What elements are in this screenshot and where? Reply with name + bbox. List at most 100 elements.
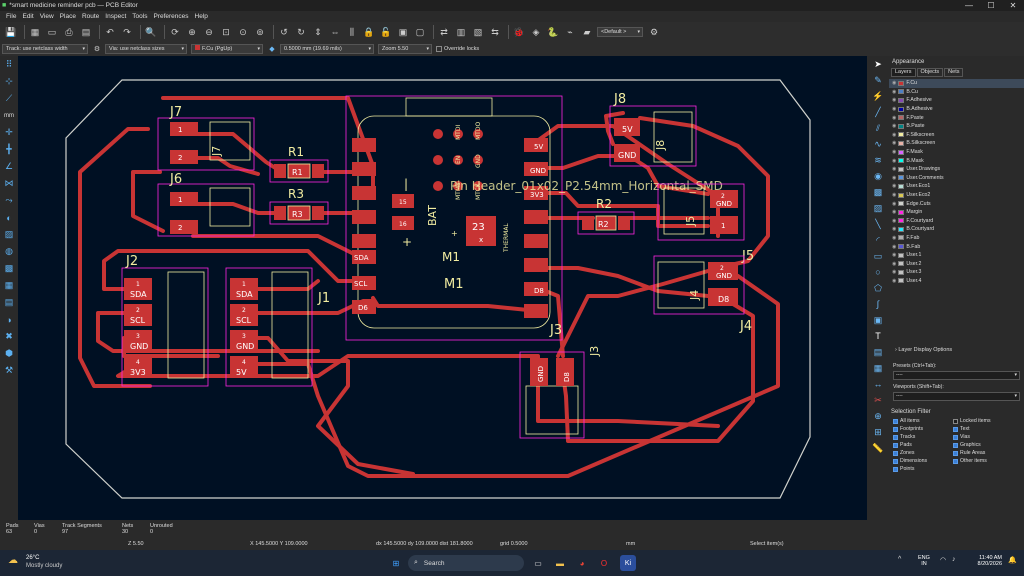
layer-color-swatch[interactable] bbox=[898, 218, 905, 224]
add-text-icon[interactable]: T bbox=[867, 328, 889, 344]
r2-pad-2[interactable] bbox=[618, 216, 630, 230]
visibility-icon[interactable]: ◉ bbox=[892, 158, 896, 164]
layer-color-swatch[interactable] bbox=[898, 252, 905, 258]
draw-circle-icon[interactable]: ○ bbox=[867, 264, 889, 280]
netlist-icon[interactable]: ⇄ bbox=[437, 25, 451, 39]
search-box[interactable]: ⌕ Search bbox=[408, 555, 524, 571]
track[interactable] bbox=[191, 202, 282, 215]
fullscreen-cursor-icon[interactable]: ╋ bbox=[0, 141, 18, 158]
layer-color-swatch[interactable] bbox=[898, 226, 905, 232]
zone-fill-icon[interactable]: ▦ bbox=[0, 277, 18, 294]
track-outline-icon[interactable]: ▨ bbox=[0, 226, 18, 243]
m1-pad[interactable] bbox=[524, 258, 548, 272]
tab-objects[interactable]: Objects bbox=[916, 68, 944, 77]
m1-test-pad[interactable] bbox=[433, 129, 443, 139]
schematic-icon[interactable]: ⌁ bbox=[563, 25, 577, 39]
layer-row[interactable]: ◉ B.Fab bbox=[889, 242, 1024, 251]
menu-route[interactable]: Route bbox=[82, 13, 99, 20]
zoom-fit-icon[interactable]: ⊡ bbox=[219, 25, 233, 39]
undo-icon[interactable]: ↶ bbox=[103, 25, 117, 39]
visibility-icon[interactable]: ◉ bbox=[892, 123, 896, 129]
r3-pad-1[interactable] bbox=[274, 206, 286, 220]
add-dimension-icon[interactable]: ↔ bbox=[867, 376, 889, 392]
menu-place[interactable]: Place bbox=[60, 13, 76, 20]
filter-checkbox[interactable]: Tracks bbox=[893, 433, 953, 441]
layer-color-swatch[interactable] bbox=[898, 175, 905, 181]
add-zone-icon[interactable]: ▩ bbox=[867, 184, 889, 200]
unlock-icon[interactable]: 🔓 bbox=[379, 25, 393, 39]
redo-icon[interactable]: ↷ bbox=[120, 25, 134, 39]
layer-row[interactable]: ◉ B.Adhesive bbox=[889, 105, 1024, 114]
kicad-icon[interactable]: Ki bbox=[620, 555, 636, 571]
footprint-browser-icon[interactable]: ▧ bbox=[471, 25, 485, 39]
polar-coords-icon[interactable]: ⊹ bbox=[0, 73, 18, 90]
layer-row[interactable]: ◉ User.Eco2 bbox=[889, 191, 1024, 200]
temperature[interactable]: 26°C bbox=[26, 555, 39, 561]
layer-row[interactable]: ◉ B.Mask bbox=[889, 156, 1024, 165]
weather-text[interactable]: Mostly cloudy bbox=[26, 563, 62, 569]
filter-checkbox[interactable]: Zones bbox=[893, 449, 953, 457]
layer-color-swatch[interactable] bbox=[898, 235, 905, 241]
visibility-icon[interactable]: ◉ bbox=[892, 252, 896, 258]
rotate-ccw-icon[interactable]: ↺ bbox=[277, 25, 291, 39]
m1-pad[interactable] bbox=[352, 162, 376, 176]
layer-row[interactable]: ◉ User.4 bbox=[889, 277, 1024, 286]
menu-tools[interactable]: Tools bbox=[132, 13, 147, 20]
page-settings-icon[interactable]: ▭ bbox=[45, 25, 59, 39]
layer-color-swatch[interactable] bbox=[898, 106, 905, 112]
layer-color-swatch[interactable] bbox=[898, 269, 905, 275]
visibility-icon[interactable]: ◉ bbox=[892, 261, 896, 267]
layer-color-swatch[interactable] bbox=[898, 158, 905, 164]
m1-test-pad[interactable] bbox=[433, 181, 443, 191]
local-ratsnest-icon[interactable]: ⚡ bbox=[867, 88, 889, 104]
drc-icon[interactable]: 🐞 bbox=[512, 25, 526, 39]
visibility-icon[interactable]: ◉ bbox=[892, 183, 896, 189]
select-icon[interactable]: ➤ bbox=[867, 56, 889, 72]
align-icon[interactable]: ⫼ bbox=[345, 25, 359, 39]
lock-icon[interactable]: 🔒 bbox=[362, 25, 376, 39]
width-settings-icon[interactable]: ⚙ bbox=[92, 44, 102, 54]
tools-icon[interactable]: ⚒ bbox=[0, 362, 18, 379]
grid-dropdown[interactable]: 0.5000 mm (19.69 mils) ▾ bbox=[280, 44, 374, 54]
layer-row[interactable]: ◉ User.3 bbox=[889, 268, 1024, 277]
ratsnest-icon[interactable]: ⋈ bbox=[0, 175, 18, 192]
layer-row[interactable]: ◉ B.Silkscreen bbox=[889, 139, 1024, 148]
preset-dropdown[interactable]: <Default > ▾ bbox=[597, 27, 643, 37]
refresh-icon[interactable]: ⟳ bbox=[168, 25, 182, 39]
chrome-icon[interactable]: ◕ bbox=[574, 555, 590, 571]
footprint-editor-icon[interactable]: ▥ bbox=[454, 25, 468, 39]
tab-nets[interactable]: Nets bbox=[944, 68, 964, 77]
filter-checkbox[interactable]: Rule Areas bbox=[953, 449, 1013, 457]
r3-pad-2[interactable] bbox=[312, 206, 324, 220]
measure-icon[interactable]: ⟋ bbox=[0, 90, 18, 107]
visibility-icon[interactable]: ◉ bbox=[892, 97, 896, 103]
draw-arc-icon[interactable]: ◜ bbox=[867, 232, 889, 248]
j6-pad-1[interactable] bbox=[170, 192, 198, 206]
layer-pair-icon[interactable]: ◆ bbox=[267, 44, 277, 54]
filter-checkbox[interactable]: Graphics bbox=[953, 441, 1013, 449]
mirror-h-icon[interactable]: ⇔ bbox=[328, 25, 342, 39]
3d-viewer-icon[interactable]: ◈ bbox=[529, 25, 543, 39]
route-diff-pair-icon[interactable]: ⫽ bbox=[867, 120, 889, 136]
visibility-icon[interactable]: ◉ bbox=[892, 269, 896, 275]
zone-outline-icon[interactable]: ▤ bbox=[0, 294, 18, 311]
layer-row[interactable]: ◉ F.Silkscreen bbox=[889, 131, 1024, 140]
visibility-icon[interactable]: ◉ bbox=[892, 226, 896, 232]
visibility-icon[interactable]: ◉ bbox=[892, 278, 896, 284]
menu-inspect[interactable]: Inspect bbox=[105, 13, 126, 20]
tune-skew-icon[interactable]: ≋ bbox=[867, 152, 889, 168]
filter-checkbox[interactable]: Points bbox=[893, 465, 953, 473]
grid-origin-icon[interactable]: ⊞ bbox=[867, 424, 889, 440]
visibility-icon[interactable]: ◉ bbox=[892, 166, 896, 172]
zoom-objects-icon[interactable]: ⊙ bbox=[236, 25, 250, 39]
filter-checkbox[interactable]: Footprints bbox=[893, 425, 953, 433]
m1-test-pad[interactable] bbox=[433, 155, 443, 165]
visibility-icon[interactable]: ◉ bbox=[892, 149, 896, 155]
pcb-board[interactable]: 1 2 J7 J7 1 2 J6 R1 R1 R3 R3 J2 1 SDA 2 … bbox=[18, 56, 867, 520]
j6-pad-2[interactable] bbox=[170, 220, 198, 234]
presets-dropdown[interactable]: ---- ▾ bbox=[893, 371, 1020, 381]
route-track-icon[interactable]: ╱ bbox=[867, 104, 889, 120]
m1-pad[interactable] bbox=[524, 304, 548, 318]
visibility-icon[interactable]: ◉ bbox=[892, 140, 896, 146]
visibility-icon[interactable]: ◉ bbox=[892, 209, 896, 215]
